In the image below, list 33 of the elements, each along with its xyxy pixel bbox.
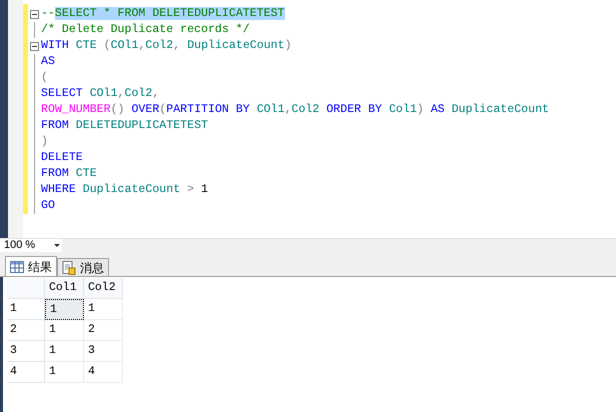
code-line: DELETE xyxy=(40,150,83,166)
result-tab[interactable]: 消息 xyxy=(57,258,109,276)
code-line: AS xyxy=(40,54,55,70)
code-line: ROW_NUMBER() OVER(PARTITION BY COl1,Col2 ORDER BY Col1) AS DuplicateCount xyxy=(40,102,550,118)
caret-icon xyxy=(54,244,60,248)
row-header: 4 xyxy=(7,362,45,383)
table-cell: 1 xyxy=(45,299,84,320)
code-line: FROM CTE xyxy=(40,166,97,182)
table-cell: 1 xyxy=(84,299,123,320)
zoom-dropdown[interactable]: 100 % xyxy=(0,239,62,252)
table-cell: 2 xyxy=(84,320,123,341)
code-line: ) xyxy=(40,134,48,150)
table-cell: 1 xyxy=(45,362,84,383)
table-cell: 4 xyxy=(84,362,123,383)
collapse-icon[interactable] xyxy=(30,42,38,50)
collapse-icon[interactable] xyxy=(30,10,38,18)
row-header: 3 xyxy=(7,341,45,362)
code-line: --SELECT * FROM DELETEDUPLICATETEST xyxy=(40,6,285,22)
column-header: Col2 xyxy=(84,278,123,299)
code-line: FROM DELETEDUPLICATETEST xyxy=(40,118,208,134)
grid-icon xyxy=(10,260,24,272)
table-cell: 3 xyxy=(84,341,123,362)
table-cell: 1 xyxy=(45,320,84,341)
code-line: WHERE DuplicateCount > 1 xyxy=(40,182,208,198)
column-header: Col1 xyxy=(45,278,84,299)
result-tab[interactable]: 结果 xyxy=(5,256,57,276)
code-line: WITH CTE (COl1,Col2, DuplicateCount) xyxy=(40,38,292,54)
table-cell: 1 xyxy=(45,341,84,362)
code-line: GO xyxy=(40,198,55,214)
code-line: ( xyxy=(40,70,48,86)
code-line: SELECT COl1,Col2, xyxy=(40,86,160,102)
code-line: /* Delete Duplicate records */ xyxy=(40,22,250,38)
row-header: 2 xyxy=(7,320,45,341)
